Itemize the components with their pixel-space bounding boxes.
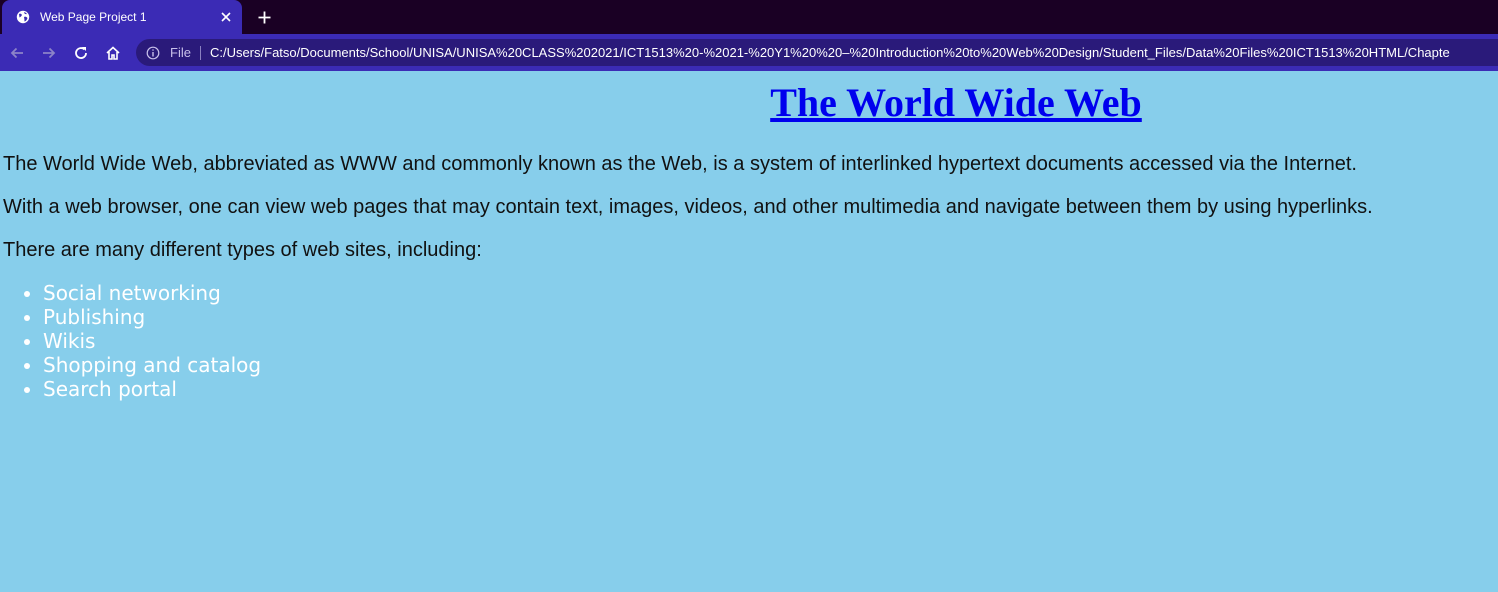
tab-strip: Web Page Project 1 — [0, 0, 1498, 34]
scheme-label: File — [170, 45, 191, 60]
globe-icon — [16, 10, 30, 24]
forward-arrow-icon[interactable] — [33, 39, 65, 67]
list-item: Wikis — [43, 329, 261, 353]
browser-toolbar: File C:/Users/Fatso/Documents/School/UNI… — [0, 34, 1498, 71]
page-content: The World Wide Web The World Wide Web, a… — [0, 71, 1498, 592]
intro-paragraph: The World Wide Web, abbreviated as WWW a… — [3, 153, 1357, 175]
new-tab-icon[interactable] — [255, 8, 273, 26]
list-item: Shopping and catalog — [43, 353, 261, 377]
url-text[interactable]: C:/Users/Fatso/Documents/School/UNISA/UN… — [210, 45, 1450, 60]
home-icon[interactable] — [97, 39, 129, 67]
info-icon[interactable] — [146, 46, 160, 60]
reload-icon[interactable] — [65, 39, 97, 67]
address-separator — [199, 45, 201, 60]
page-heading-link[interactable]: The World Wide Web — [0, 79, 1498, 126]
list-item: Publishing — [43, 305, 261, 329]
list-item: Search portal — [43, 377, 261, 401]
browser-chrome: Web Page Project 1 File C:/Users/Fatso/D… — [0, 0, 1498, 71]
tab-title: Web Page Project 1 — [40, 10, 147, 24]
tab-web-page-project-1[interactable]: Web Page Project 1 — [2, 0, 242, 34]
address-bar[interactable]: File C:/Users/Fatso/Documents/School/UNI… — [136, 39, 1498, 66]
browser-paragraph: With a web browser, one can view web pag… — [3, 196, 1373, 218]
site-types-paragraph: There are many different types of web si… — [3, 239, 482, 261]
close-icon[interactable] — [218, 9, 234, 25]
site-types-list: Social networking Publishing Wikis Shopp… — [0, 281, 261, 401]
back-arrow-icon[interactable] — [1, 39, 33, 67]
list-item: Social networking — [43, 281, 261, 305]
